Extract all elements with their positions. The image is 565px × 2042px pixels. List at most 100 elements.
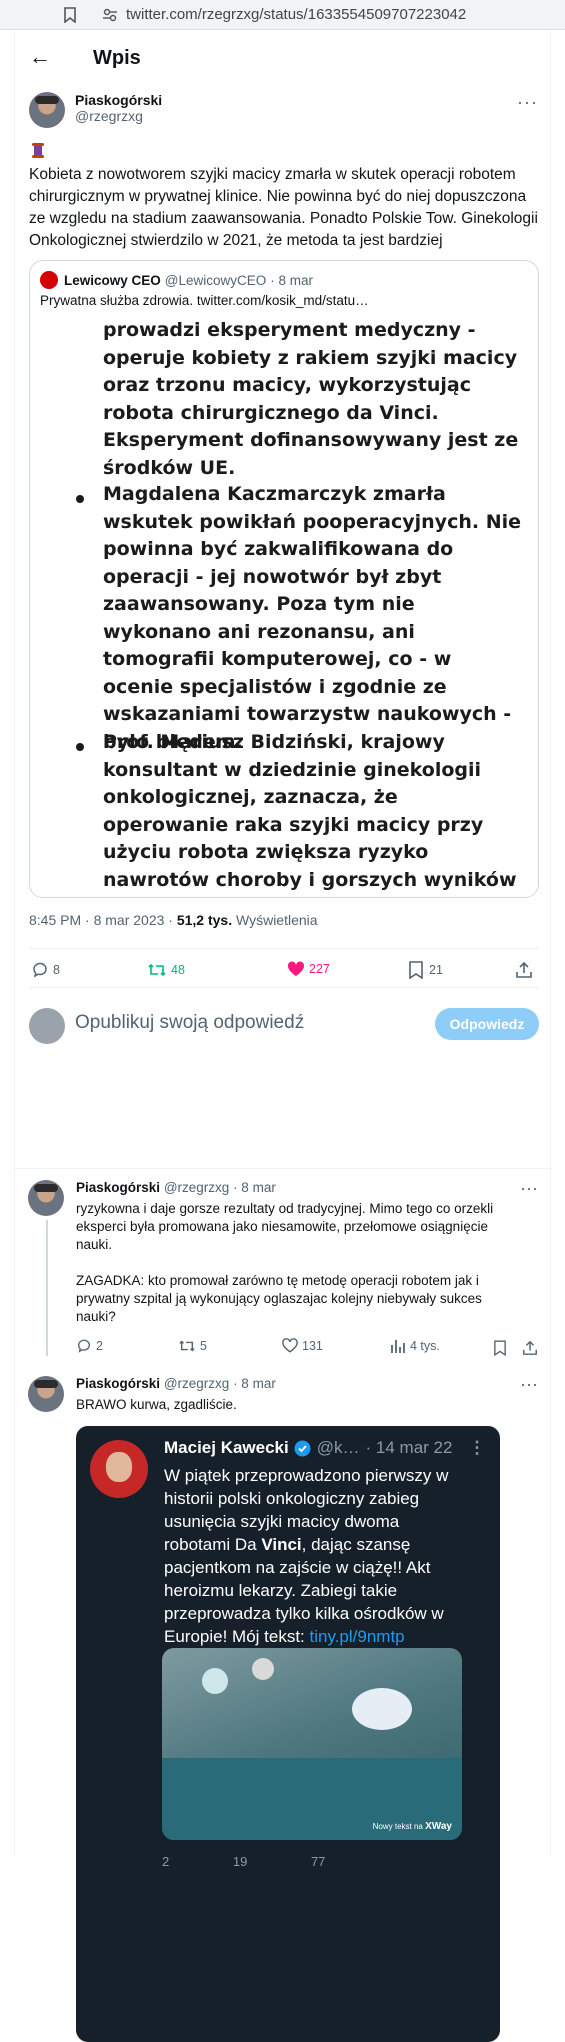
reply-header: Piaskogórski @rzegrzxg · 8 mar xyxy=(76,1376,276,1391)
divider xyxy=(15,1168,552,1169)
like-count: 131 xyxy=(302,1338,323,1353)
tweet-author[interactable]: Piaskogórski @rzegrzxg xyxy=(29,92,162,128)
retweet-icon xyxy=(179,1340,195,1352)
share-icon xyxy=(516,961,532,978)
retweet-button[interactable]: 48 xyxy=(147,961,185,979)
bookmark-count: 21 xyxy=(429,963,443,977)
bookmark-icon[interactable] xyxy=(494,1340,506,1356)
scroll-emoji-icon xyxy=(32,143,44,158)
embed-actions: 2 19 77 xyxy=(162,1854,325,1869)
bookmark-button[interactable]: 21 xyxy=(409,961,443,979)
image-paragraph: Prof. Mariusz Bidziński, krajowy konsult… xyxy=(103,731,517,897)
more-options-icon[interactable]: ··· xyxy=(520,1178,538,1199)
reply-tweet[interactable]: Piaskogórski @rzegrzxg · 8 mar ··· BRAWO… xyxy=(28,1374,538,1416)
photo-figure xyxy=(252,1658,274,1680)
image-paragraph: prowadzi eksperyment medyczny - operuje … xyxy=(103,319,519,479)
reply-paragraph: ryzykowna i daje gorsze rezultaty od tra… xyxy=(76,1201,494,1252)
avatar[interactable] xyxy=(40,271,58,289)
bullet xyxy=(76,743,84,751)
avatar[interactable] xyxy=(28,1180,64,1216)
page-header: ← Wpis xyxy=(15,30,550,86)
embed-text: W piątek przeprowadzono pierwszy w histo… xyxy=(164,1464,464,1648)
views-count: 51,2 tys. xyxy=(176,912,233,928)
quoted-tweet-header: Lewicowy CEO @LewicowyCEO · 8 mar xyxy=(40,271,313,289)
reply-header: Piaskogórski @rzegrzxg · 8 mar xyxy=(76,1180,276,1195)
reply-author-name[interactable]: Piaskogórski xyxy=(76,1376,160,1391)
tweet-timestamp[interactable]: 8:45 PM · 8 mar 2023 · xyxy=(29,912,177,928)
reply-date[interactable]: · 8 mar xyxy=(233,1180,276,1195)
quoted-date[interactable]: · 8 mar xyxy=(270,273,313,288)
reply-icon xyxy=(77,1339,90,1353)
browser-url-bar[interactable]: twitter.com/rzegrzxg/status/163355450970… xyxy=(0,0,565,30)
share-button[interactable] xyxy=(515,961,533,979)
avatar[interactable] xyxy=(29,92,65,128)
embed-photo: Nowy tekst na XWay xyxy=(162,1648,462,1840)
back-arrow-icon[interactable]: ← xyxy=(29,46,53,70)
author-handle[interactable]: @rzegrzxg xyxy=(75,108,162,124)
embed-author-handle: @k… xyxy=(316,1438,360,1457)
reply-count: 8 xyxy=(53,963,60,977)
reply-tweet[interactable]: Piaskogórski @rzegrzxg · 8 mar ··· ryzyk… xyxy=(28,1178,538,1356)
embed-reply-count: 2 xyxy=(162,1854,170,1869)
quoted-tweet[interactable]: Lewicowy CEO @LewicowyCEO · 8 mar Prywat… xyxy=(29,260,539,898)
reply-submit-button[interactable]: Odpowiedz xyxy=(435,1008,539,1040)
bookmark-icon xyxy=(409,961,423,979)
like-button[interactable]: 227 xyxy=(287,961,330,977)
retweet-icon xyxy=(148,963,166,977)
photo-caption: Nowy tekst na XWay xyxy=(372,1821,452,1832)
retweet-count: 48 xyxy=(171,963,185,977)
tweet-actions: 8 48 227 21 xyxy=(29,948,539,988)
embed-header: Maciej Kawecki @k… · 14 mar 22 ⋮ xyxy=(164,1438,485,1458)
bookmark-icon[interactable] xyxy=(64,7,76,23)
reply-button[interactable]: 8 xyxy=(31,961,60,979)
reply-input[interactable]: Opublikuj swoją odpowiedź xyxy=(75,1012,304,1034)
embed-author-name: Maciej Kawecki xyxy=(164,1438,289,1457)
like-count: 227 xyxy=(309,962,330,976)
embedded-tweet-image[interactable]: Maciej Kawecki @k… · 14 mar 22 ⋮ W piąte… xyxy=(76,1426,500,2042)
url-text[interactable]: twitter.com/rzegrzxg/status/163355450970… xyxy=(126,6,466,23)
image-paragraph: Magdalena Kaczmarczyk zmarła wskutek pow… xyxy=(103,483,521,753)
like-button[interactable]: 131 xyxy=(282,1338,323,1353)
views-label: Wyświetlenia xyxy=(236,912,318,928)
reply-button[interactable]: 2 xyxy=(76,1338,103,1354)
more-options-icon[interactable]: ··· xyxy=(517,92,538,113)
heart-icon xyxy=(287,961,305,976)
verified-badge-icon xyxy=(294,1440,311,1456)
retweet-count: 5 xyxy=(200,1339,207,1353)
views-count: 4 tys. xyxy=(410,1339,440,1353)
embed-text-bold: Vinci xyxy=(261,1535,302,1554)
avatar[interactable] xyxy=(28,1376,64,1412)
reply-text: BRAWO kurwa, zgadliście. xyxy=(76,1397,237,1412)
quoted-text: Prywatna służba zdrowia. twitter.com/kos… xyxy=(40,293,369,308)
reply-icon xyxy=(33,962,47,978)
reply-author-name[interactable]: Piaskogórski xyxy=(76,1180,160,1195)
heart-icon xyxy=(282,1338,298,1353)
reply-text: ryzykowna i daje gorsze rezultaty od tra… xyxy=(76,1200,516,1326)
thread-line xyxy=(46,1220,48,1356)
retweet-button[interactable]: 5 xyxy=(178,1338,207,1354)
reply-date[interactable]: · 8 mar xyxy=(233,1376,276,1391)
reply-count: 2 xyxy=(96,1339,103,1353)
embed-like-count: 77 xyxy=(310,1854,326,1869)
reply-author-handle[interactable]: @rzegrzxg xyxy=(164,1376,229,1391)
author-name[interactable]: Piaskogórski xyxy=(75,92,162,108)
embed-retweet-count: 19 xyxy=(232,1854,248,1869)
reply-author-handle[interactable]: @rzegrzxg xyxy=(164,1180,229,1195)
page-title: Wpis xyxy=(93,46,141,69)
tweet-meta: 8:45 PM · 8 mar 2023 · 51,2 tys. Wyświet… xyxy=(29,912,318,928)
more-options-icon: ⋮ xyxy=(468,1438,486,1457)
share-icon[interactable] xyxy=(522,1340,538,1356)
quoted-author-name[interactable]: Lewicowy CEO xyxy=(64,273,161,288)
photo-figure xyxy=(202,1668,228,1694)
tweet-text: Kobieta z nowotworem szyjki macicy zmarł… xyxy=(29,166,538,249)
quoted-image[interactable]: prowadzi eksperyment medyczny - operuje … xyxy=(30,313,538,897)
analytics-icon xyxy=(391,1340,405,1353)
embed-date: · 14 mar 22 xyxy=(365,1438,453,1457)
quoted-author-handle[interactable]: @LewicowyCEO xyxy=(165,273,266,288)
views-button[interactable]: 4 tys. xyxy=(390,1338,440,1354)
site-settings-icon[interactable] xyxy=(102,7,118,23)
avatar xyxy=(90,1440,148,1498)
more-options-icon[interactable]: ··· xyxy=(520,1374,538,1395)
reply-paragraph: ZAGADKA: kto promował zarówno tę metodę … xyxy=(76,1273,482,1324)
avatar xyxy=(29,1008,65,1044)
